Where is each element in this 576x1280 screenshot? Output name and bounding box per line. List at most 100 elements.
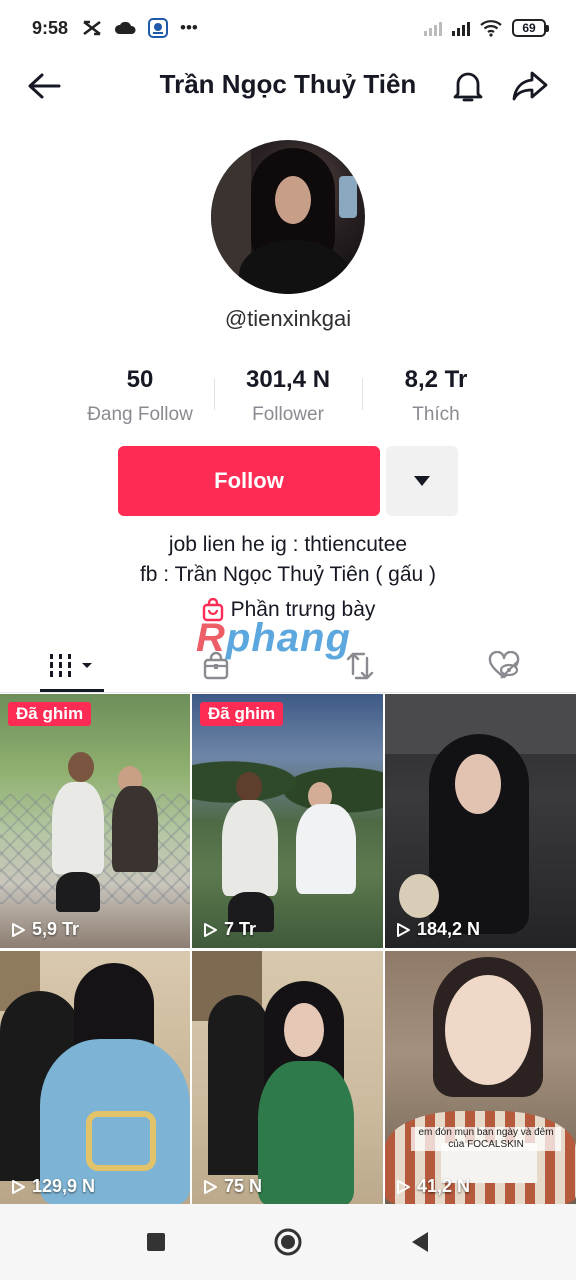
status-notification-icons: •••: [82, 18, 198, 38]
video-tile[interactable]: 184,2 N: [385, 694, 576, 948]
jersey: [258, 1061, 354, 1205]
tabs-divider: [0, 692, 576, 693]
person-body: [52, 782, 104, 874]
home-button[interactable]: [266, 1220, 310, 1264]
play-outline-icon: [397, 922, 410, 937]
tab-shop[interactable]: [144, 640, 288, 692]
view-count-value: 5,9 Tr: [32, 919, 80, 939]
profile-avatar[interactable]: [211, 140, 365, 294]
view-count: 184,2 N: [395, 919, 480, 940]
person-head: [236, 772, 262, 802]
caption-line-2: của FOCALSKIN: [448, 1139, 524, 1150]
battery-indicator: 69: [512, 19, 549, 37]
status-time: 9:58: [32, 17, 69, 38]
person-head: [68, 752, 94, 782]
view-count-value: 7 Tr: [224, 919, 257, 939]
cloud-icon: [115, 21, 136, 34]
play-outline-icon: [204, 922, 217, 937]
liked-hidden-icon: [488, 651, 520, 679]
caret-down-icon: [414, 476, 430, 486]
video-grid: Đã ghim 5,9 Tr Đã ghim 7 Tr 184,2 N 129,…: [0, 694, 576, 1205]
video-tile[interactable]: 75 N: [192, 951, 383, 1205]
recents-button[interactable]: [134, 1220, 178, 1264]
play-outline-icon: [12, 1179, 25, 1194]
person-face: [284, 1003, 324, 1057]
bio-line-1: job lien he ig : thtiencutee: [168, 533, 408, 556]
share-arrow-icon: [512, 71, 548, 101]
person-body-2: [112, 786, 158, 872]
wifi-icon: [480, 20, 502, 37]
profile-tabs: [0, 640, 576, 692]
video-tile[interactable]: Đã ghim 5,9 Tr: [0, 694, 190, 948]
status-bar: 9:58 ••• 69: [0, 0, 576, 56]
videos-grid-icon: [50, 654, 92, 677]
person-body: [222, 800, 278, 896]
view-count-value: 41,2 N: [417, 1176, 471, 1196]
stat-followers-label: Follower: [252, 404, 324, 425]
play-outline-icon: [12, 922, 25, 937]
stat-following[interactable]: 50 Đang Follow: [66, 362, 214, 432]
play-outline-icon: [397, 1179, 410, 1194]
view-count: 7 Tr: [202, 919, 256, 940]
tab-videos[interactable]: [0, 640, 144, 692]
person-face: [445, 975, 531, 1085]
stat-followers[interactable]: 301,4 N Follower: [214, 362, 362, 432]
profile-stats: 50 Đang Follow 301,4 N Follower 8,2 Tr T…: [66, 362, 510, 432]
triangle-back-icon: [412, 1232, 428, 1252]
signal-sim1-icon: [452, 20, 470, 36]
pinned-badge: Đã ghim: [200, 702, 284, 726]
avatar-phone: [339, 176, 357, 218]
view-count: 41,2 N: [395, 1176, 470, 1197]
stat-likes[interactable]: 8,2 Tr Thích: [362, 362, 510, 432]
shop-bag-icon: [203, 651, 229, 680]
view-count: 75 N: [202, 1176, 262, 1197]
stat-likes-value: 8,2 Tr: [404, 366, 468, 393]
suggested-accounts-button[interactable]: [386, 446, 458, 516]
caption-line-1: em đón mụn ban ngày và đêm: [418, 1127, 554, 1138]
capcut-icon: [83, 20, 101, 36]
notification-bell-button[interactable]: [448, 66, 488, 106]
tile-trees: [192, 734, 383, 814]
stat-likes-label: Thích: [412, 404, 460, 425]
view-count-value: 75 N: [224, 1176, 263, 1196]
person-body-2: [296, 804, 356, 894]
view-count-value: 129,9 N: [32, 1176, 96, 1196]
page-title: Trần Ngọc Thuỷ Tiên: [159, 69, 417, 99]
plush-toy: [399, 874, 439, 918]
repost-icon: [346, 652, 374, 680]
stat-followers-value: 301,4 N: [245, 366, 331, 393]
back-nav-button[interactable]: [398, 1220, 442, 1264]
profile-username: @tienxinkgai: [224, 306, 352, 331]
person-face: [455, 754, 501, 814]
status-system-icons: 69: [424, 19, 549, 37]
signal-sim2-icon: [424, 20, 442, 36]
stat-following-label: Đang Follow: [87, 404, 193, 425]
battery-level: 69: [522, 21, 536, 35]
square-icon: [147, 1233, 165, 1251]
video-caption: em đón mụn ban ngày và đêm của FOCALSKIN: [411, 1127, 561, 1151]
more-notifications-icon: •••: [180, 18, 198, 37]
bio-line-2: fb : Trần Ngọc Thuỷ Tiên ( gấu ): [139, 563, 437, 586]
profile-header: Trần Ngọc Thuỷ Tiên: [0, 56, 576, 116]
jersey-number: [86, 1111, 156, 1171]
share-button[interactable]: [508, 66, 552, 106]
system-nav-bar: [0, 1204, 576, 1280]
tab-reposts[interactable]: [288, 640, 432, 692]
back-button[interactable]: [24, 68, 64, 104]
follow-button[interactable]: Follow: [118, 446, 380, 516]
video-tile[interactable]: 129,9 N: [0, 951, 190, 1205]
profile-bio: job lien he ig : thtiencutee fb : Trần N…: [0, 530, 576, 590]
video-tile[interactable]: Đã ghim 7 Tr: [192, 694, 383, 948]
video-tile[interactable]: em đón mụn ban ngày và đêm của FOCALSKIN…: [385, 951, 576, 1205]
avatar-face: [275, 176, 311, 224]
bell-icon: [453, 72, 483, 102]
stat-following-value: 50: [126, 366, 154, 393]
view-count-value: 184,2 N: [417, 919, 481, 939]
tab-liked[interactable]: [432, 640, 576, 692]
pinned-badge: Đã ghim: [8, 702, 92, 726]
arrow-left-icon: [28, 73, 61, 99]
circle-home-icon: [274, 1228, 302, 1256]
app-badge-icon: [148, 18, 169, 38]
person-legs: [56, 872, 100, 912]
view-count: 129,9 N: [10, 1176, 95, 1197]
